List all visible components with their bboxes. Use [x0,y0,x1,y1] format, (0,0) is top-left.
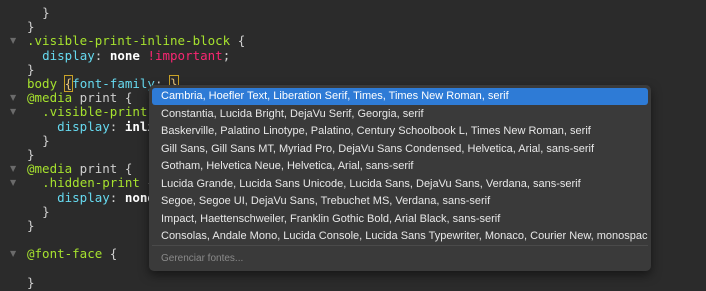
font-suggestion-item[interactable]: Gill Sans, Gill Sans MT, Myriad Pro, Dej… [152,141,648,158]
code-line[interactable]: } [0,274,706,291]
font-suggestion-item[interactable]: Gotham, Helvetica Neue, Helvetica, Arial… [152,158,648,175]
code-token: } [27,274,35,290]
font-autocomplete-popup: Gerenciar fontes... Cambria, Hoefler Tex… [149,85,651,271]
font-suggestion-item[interactable]: Constantia, Lucida Bright, DejaVu Serif,… [152,106,648,123]
font-suggestion-item[interactable]: Lucida Grande, Lucida Sans Unicode, Luci… [152,176,648,193]
font-suggestion-item[interactable]: Baskerville, Palatino Linotype, Palatino… [152,123,648,140]
font-suggestion-item[interactable]: Segoe, Segoe UI, DejaVu Sans, Trebuchet … [152,193,648,210]
popup-divider [152,245,648,246]
manage-fonts-link[interactable]: Gerenciar fontes... [161,252,243,266]
code-text: } [27,274,35,291]
font-suggestion-item[interactable]: Impact, Haettenschweiler, Franklin Gothi… [152,211,648,228]
font-suggestion-item[interactable]: Cambria, Hoefler Text, Liberation Serif,… [152,88,648,105]
font-suggestion-item[interactable]: Consolas, Andale Mono, Lucida Console, L… [152,228,648,245]
